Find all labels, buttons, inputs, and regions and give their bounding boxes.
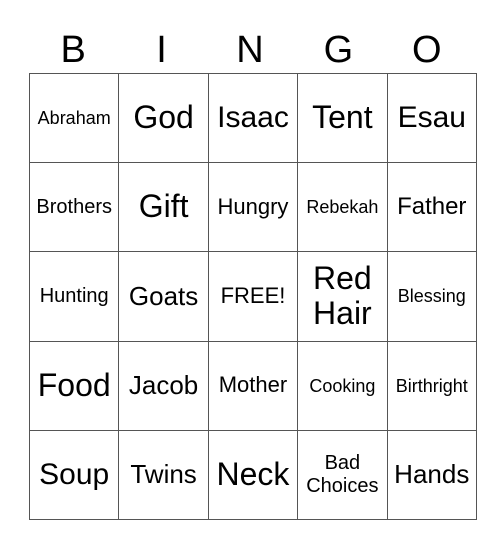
bingo-cell[interactable]: Neck <box>207 429 299 520</box>
bingo-cell[interactable]: Jacob <box>118 340 209 431</box>
grid-row: Soup Twins Neck Bad Choices Hands <box>28 429 477 520</box>
cell-line: Bad <box>324 452 361 475</box>
bingo-card-grid: Abraham God Isaac Tent Esau Brothers Gif… <box>28 72 477 520</box>
header-letter-i: I <box>156 29 167 71</box>
cell-line: Hair <box>313 295 372 332</box>
bingo-cell[interactable]: Esau <box>386 72 477 164</box>
bingo-cell[interactable]: Food <box>28 340 120 431</box>
bingo-cell[interactable]: Birthright <box>386 340 477 431</box>
bingo-cell[interactable]: Hunting <box>28 251 120 342</box>
bingo-header: B I N G O <box>29 28 471 73</box>
bingo-cell[interactable]: Twins <box>118 429 209 520</box>
header-letter-o: O <box>411 29 442 71</box>
header-letter-b: B <box>60 29 86 71</box>
grid-row: Food Jacob Mother Cooking Birthright <box>28 340 477 431</box>
header-letter-g: G <box>323 29 354 71</box>
bingo-cell[interactable]: God <box>118 72 209 164</box>
cell-line: Choices <box>306 474 379 497</box>
bingo-cell[interactable]: Brothers <box>28 162 120 253</box>
bingo-cell[interactable]: Hands <box>386 429 477 520</box>
bingo-cell[interactable]: Tent <box>297 72 388 164</box>
grid-row: Abraham God Isaac Tent Esau <box>28 72 477 164</box>
bingo-cell[interactable]: Mother <box>207 340 299 431</box>
bingo-cell[interactable]: Soup <box>28 429 120 520</box>
cell-line: Red <box>313 259 372 296</box>
bingo-cell[interactable]: Red Hair <box>297 251 388 342</box>
bingo-cell[interactable]: Blessing <box>386 251 477 342</box>
bingo-cell[interactable]: Father <box>386 162 477 253</box>
bingo-cell[interactable]: Bad Choices <box>297 429 388 520</box>
bingo-cell[interactable]: Cooking <box>297 340 388 431</box>
bingo-cell[interactable]: Hungry <box>207 162 299 253</box>
bingo-cell[interactable]: Isaac <box>207 72 299 164</box>
bingo-cell[interactable]: Rebekah <box>297 162 388 253</box>
grid-row: Brothers Gift Hungry Rebekah Father <box>28 162 477 253</box>
bingo-cell[interactable]: Gift <box>118 162 209 253</box>
bingo-cell[interactable]: Goats <box>118 251 209 342</box>
bingo-cell[interactable]: Abraham <box>28 72 120 164</box>
header-letter-n: N <box>236 29 264 71</box>
grid-row: Hunting Goats FREE! Red Hair Blessing <box>28 251 477 342</box>
free-space-cell[interactable]: FREE! <box>207 251 299 342</box>
